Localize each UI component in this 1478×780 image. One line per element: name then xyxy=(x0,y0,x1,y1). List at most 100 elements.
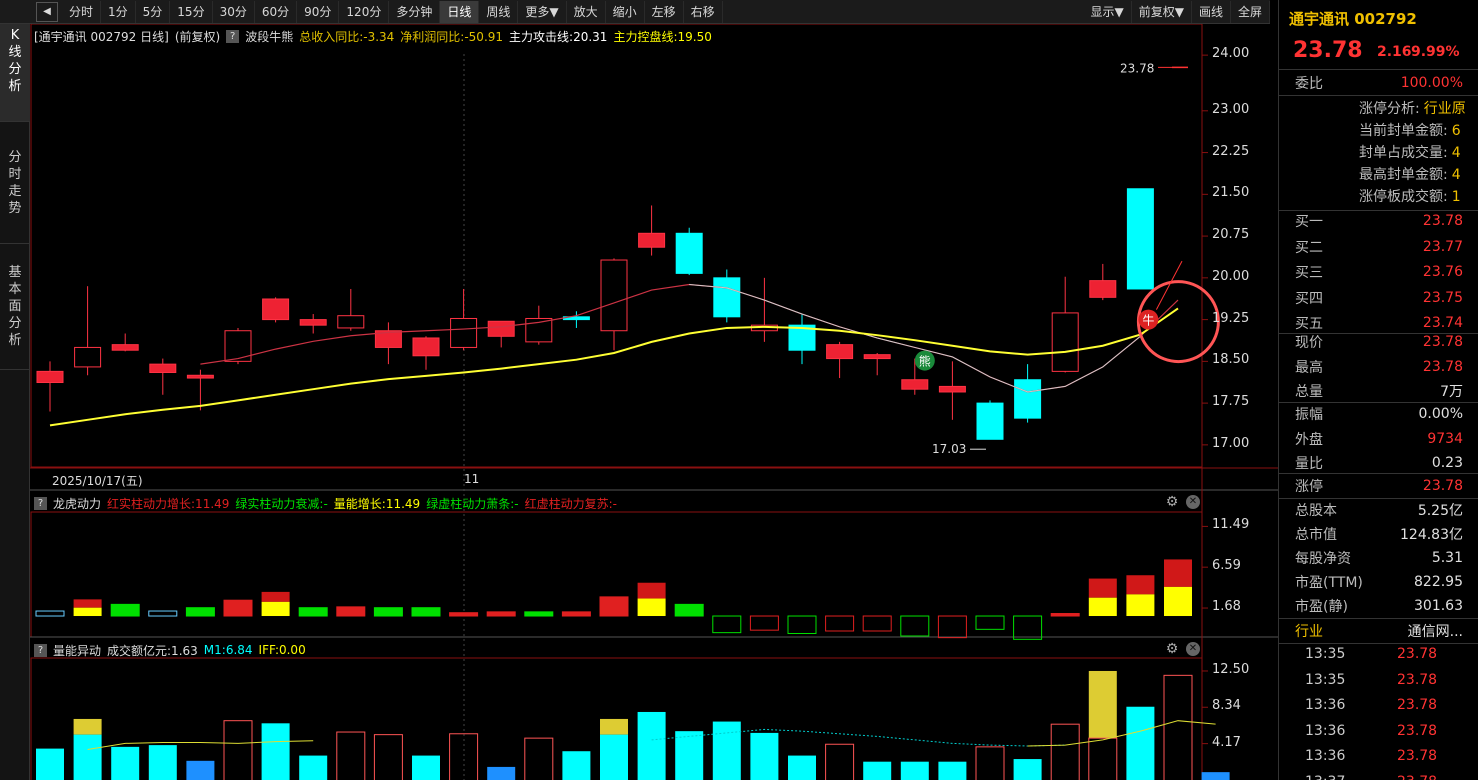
candle[interactable] xyxy=(562,311,590,328)
candle[interactable] xyxy=(938,361,966,420)
candle[interactable] xyxy=(976,400,1004,440)
candle-body[interactable] xyxy=(487,320,515,337)
industry-row[interactable]: 行业 通信网... xyxy=(1279,619,1478,643)
power-bar-hollow xyxy=(787,615,817,634)
industry-value[interactable]: 通信网... xyxy=(1408,621,1463,641)
candle[interactable] xyxy=(1014,364,1042,423)
fundamental-row-value: 5.25亿 xyxy=(1417,503,1463,519)
candle-body[interactable] xyxy=(600,259,628,332)
power-bar-hollow xyxy=(937,615,967,639)
candle[interactable] xyxy=(713,269,741,323)
candle[interactable] xyxy=(788,314,816,365)
candle-body[interactable] xyxy=(149,363,177,373)
candle-body[interactable] xyxy=(262,298,290,321)
candle-body[interactable] xyxy=(1089,280,1117,298)
quote-row: 总量 7万 xyxy=(1279,379,1478,403)
period-button[interactable]: 30分 xyxy=(213,0,255,23)
candle-body[interactable] xyxy=(1051,312,1079,372)
period-button[interactable]: 5分 xyxy=(136,0,171,23)
candle[interactable] xyxy=(111,333,139,352)
volume-bar xyxy=(1088,737,1118,780)
candle[interactable] xyxy=(337,288,365,331)
power-bar xyxy=(223,599,253,617)
help-icon[interactable]: ? xyxy=(34,643,47,657)
candle[interactable] xyxy=(262,297,290,323)
candle-body[interactable] xyxy=(1126,188,1154,290)
nav-char: 面 xyxy=(8,299,22,314)
candle-body[interactable] xyxy=(863,354,891,360)
toolbar-right-button[interactable]: 画线 xyxy=(1192,0,1231,23)
toolbar-right-button[interactable]: 前复权▼ xyxy=(1132,0,1192,23)
tick-row: 13:36 23.78 xyxy=(1279,748,1478,773)
period-button[interactable]: 左移 xyxy=(645,0,684,23)
candle-body[interactable] xyxy=(713,277,741,318)
candle[interactable] xyxy=(1126,188,1154,290)
candle-body[interactable] xyxy=(299,319,327,326)
period-button[interactable]: 90分 xyxy=(297,0,340,23)
candle-body[interactable] xyxy=(36,370,64,384)
indicator-name[interactable]: 波段牛熊 xyxy=(245,28,293,45)
candle-body[interactable] xyxy=(1014,379,1042,419)
back-button[interactable]: ◀ xyxy=(36,1,58,22)
candle[interactable] xyxy=(299,314,327,334)
candle-body[interactable] xyxy=(826,344,854,360)
candle-body[interactable] xyxy=(74,346,102,368)
period-button[interactable]: 1分 xyxy=(101,0,136,23)
volume-bar xyxy=(975,746,1005,780)
candle[interactable] xyxy=(450,288,478,351)
period-button[interactable]: 日线 xyxy=(440,0,480,23)
period-button[interactable]: 缩小 xyxy=(606,0,645,23)
period-button[interactable]: 分时 xyxy=(62,0,102,23)
candle[interactable] xyxy=(36,361,64,412)
period-button[interactable]: 右移 xyxy=(684,0,723,23)
period-button[interactable]: 更多▼ xyxy=(518,0,567,23)
toolbar-right-button[interactable]: 全屏 xyxy=(1231,0,1270,23)
gear-icon[interactable]: ⚙ xyxy=(1164,641,1180,657)
period-button[interactable]: 放大 xyxy=(567,0,606,23)
candle[interactable] xyxy=(374,322,402,365)
quote-row-value: 23.78 xyxy=(1422,358,1463,375)
period-button[interactable]: 周线 xyxy=(479,0,519,23)
candle-body[interactable] xyxy=(450,317,478,348)
period-button[interactable]: 多分钟 xyxy=(389,0,441,23)
candle[interactable] xyxy=(638,205,666,256)
candle[interactable] xyxy=(525,305,553,345)
period-button[interactable]: 15分 xyxy=(170,0,213,23)
candle[interactable] xyxy=(863,353,891,376)
close-icon[interactable]: ✕ xyxy=(1186,495,1200,509)
period-button[interactable]: 60分 xyxy=(255,0,298,23)
bid-row-value: 23.76 xyxy=(1422,264,1463,280)
candle-body[interactable] xyxy=(938,385,966,393)
candle[interactable] xyxy=(149,358,177,395)
candle-body[interactable] xyxy=(901,379,929,390)
candle-body[interactable] xyxy=(412,337,440,357)
period-button[interactable]: 120分 xyxy=(339,0,390,23)
help-icon[interactable]: ? xyxy=(226,29,240,43)
chart-canvas[interactable]: 23.78 17.03 熊 牛 xyxy=(30,24,1278,780)
candle[interactable] xyxy=(412,336,440,370)
candle[interactable] xyxy=(1051,276,1079,373)
candle[interactable] xyxy=(1089,263,1117,301)
tick-row: 13:36 23.78 xyxy=(1279,723,1478,748)
close-icon[interactable]: ✕ xyxy=(1186,642,1200,656)
candle-body[interactable] xyxy=(976,402,1004,440)
volume-bar xyxy=(825,743,855,780)
candle[interactable] xyxy=(74,286,102,376)
candle[interactable] xyxy=(826,341,854,379)
candle-body[interactable] xyxy=(638,232,666,248)
candle[interactable] xyxy=(600,258,628,351)
candle[interactable] xyxy=(750,277,778,342)
candle-body[interactable] xyxy=(337,315,365,329)
help-icon[interactable]: ? xyxy=(34,496,47,510)
toolbar-right-button[interactable]: 显示▼ xyxy=(1084,0,1132,23)
gear-icon[interactable]: ⚙ xyxy=(1164,494,1180,510)
vol-name[interactable]: 量能异动 xyxy=(53,642,101,659)
nav-fundamental-analysis[interactable]: 基本面分析 xyxy=(0,244,30,370)
candle-body[interactable] xyxy=(111,344,139,351)
candle[interactable] xyxy=(675,227,703,276)
nav-intraday-trend[interactable]: 分时走势 xyxy=(0,122,30,244)
candle-body[interactable] xyxy=(186,374,214,379)
dt-name[interactable]: 龙虎动力 xyxy=(53,495,101,512)
candle-body[interactable] xyxy=(675,232,703,274)
limit-up-label: 涨停板成交额: xyxy=(1359,189,1448,205)
